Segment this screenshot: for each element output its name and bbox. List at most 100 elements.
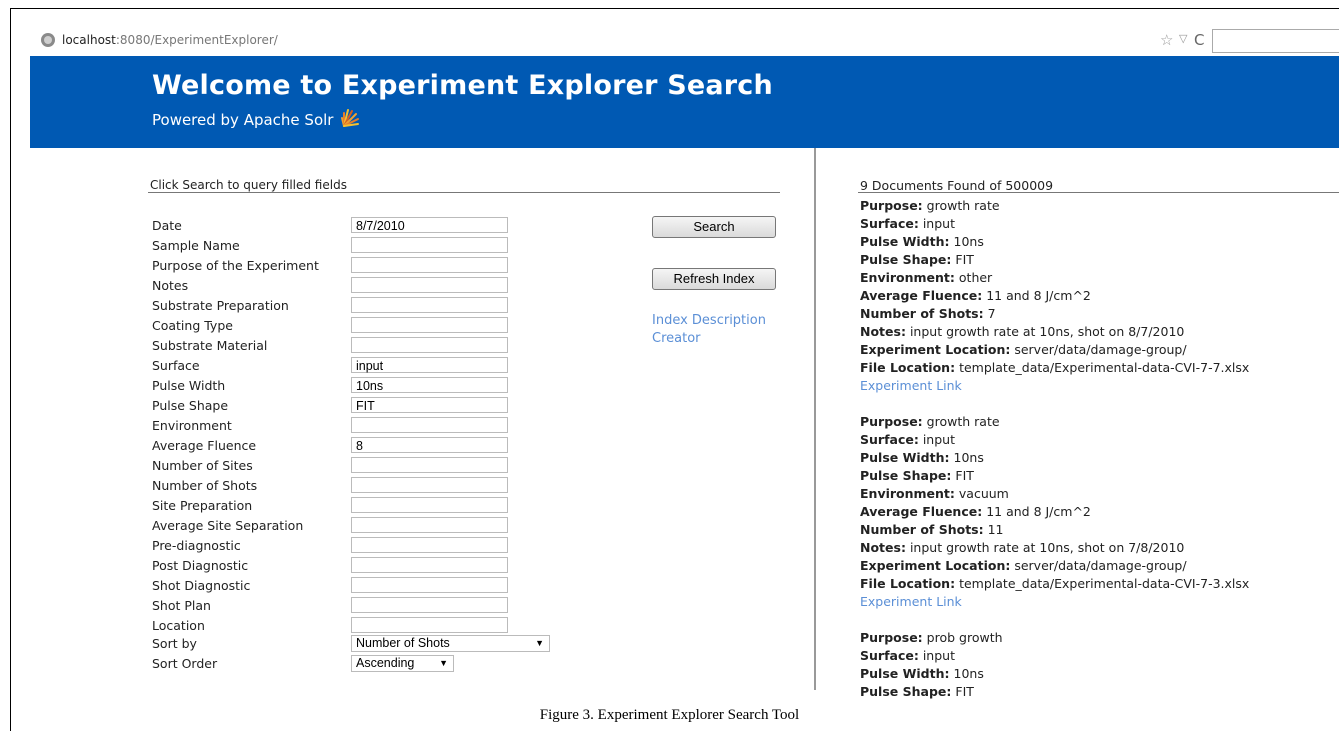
field-label: Purpose of the Experiment [152, 258, 319, 273]
field-label: Surface [152, 358, 200, 373]
field-label: Shot Plan [152, 598, 211, 613]
field-input[interactable] [351, 577, 508, 593]
result-field-key: Number of Shots: [860, 306, 984, 321]
field-label: Substrate Material [152, 338, 268, 353]
result-field: Surface: input [860, 216, 955, 231]
experiment-link[interactable]: Experiment Link [860, 378, 962, 393]
url-text[interactable]: localhost:8080/ExperimentExplorer/ [62, 33, 278, 47]
result-field-value: growth rate [926, 198, 1000, 213]
result-field: Experiment Location: server/data/damage-… [860, 558, 1187, 573]
result-field-value: input [922, 648, 955, 663]
result-field-value: vacuum [958, 486, 1009, 501]
result-field-key: Number of Shots: [860, 522, 984, 537]
field-input[interactable] [351, 517, 508, 533]
result-field-key: Surface: [860, 216, 919, 231]
field-input[interactable] [351, 537, 508, 553]
field-label: Number of Sites [152, 458, 253, 473]
refresh-index-button[interactable]: Refresh Index [652, 268, 776, 290]
result-field-value: prob growth [926, 630, 1003, 645]
result-field-key: Notes: [860, 324, 906, 339]
bookmark-star-icon[interactable]: ☆ [1160, 31, 1173, 49]
page-subtitle: Powered by Apache Solr [152, 108, 360, 129]
result-field-key: Pulse Shape: [860, 252, 952, 267]
result-field: Pulse Shape: FIT [860, 468, 974, 483]
field-input[interactable] [351, 557, 508, 573]
chevron-down-icon: ▼ [535, 638, 544, 648]
result-field: Experiment Location: server/data/damage-… [860, 342, 1187, 357]
result-field-key: Surface: [860, 432, 919, 447]
search-hint: Click Search to query filled fields [150, 178, 347, 192]
field-input[interactable] [351, 237, 508, 253]
reload-icon[interactable]: C [1194, 31, 1204, 49]
field-input[interactable] [351, 617, 508, 633]
field-label: Date [152, 218, 182, 233]
field-input[interactable]: input [351, 357, 508, 373]
result-field-value: growth rate [926, 414, 1000, 429]
result-field-key: Pulse Shape: [860, 684, 952, 699]
field-label: Notes [152, 278, 189, 293]
result-field-key: Surface: [860, 648, 919, 663]
field-input[interactable]: FIT [351, 397, 508, 413]
result-field-key: Experiment Location: [860, 558, 1011, 573]
field-input[interactable] [351, 417, 508, 433]
result-field-key: Notes: [860, 540, 906, 555]
result-field-value: input growth rate at 10ns, shot on 7/8/2… [909, 540, 1185, 555]
browser-search-input[interactable] [1212, 29, 1339, 53]
creator-link[interactable]: Creator [652, 331, 701, 346]
result-field-key: Pulse Width: [860, 666, 950, 681]
sort-order-label: Sort Order [152, 656, 218, 671]
result-field: Surface: input [860, 432, 955, 447]
result-field-key: File Location: [860, 576, 956, 591]
globe-icon [41, 33, 55, 47]
field-label: Coating Type [152, 318, 233, 333]
field-input[interactable] [351, 297, 508, 313]
result-field: Purpose: prob growth [860, 630, 1003, 645]
field-input[interactable] [351, 337, 508, 353]
result-field-value: template_data/Experimental-data-CVI-7-7.… [959, 360, 1250, 375]
index-description-link[interactable]: Index Description [652, 313, 766, 328]
field-label: Post Diagnostic [152, 558, 249, 573]
field-input[interactable] [351, 257, 508, 273]
field-label: Pre-diagnostic [152, 538, 241, 553]
result-field: Pulse Width: 10ns [860, 234, 984, 249]
field-input[interactable]: 8/7/2010 [351, 217, 508, 233]
result-field-value: 10ns [953, 666, 984, 681]
dropdown-arrow-icon[interactable]: ▽ [1179, 32, 1187, 45]
field-label: Shot Diagnostic [152, 578, 251, 593]
result-field: Purpose: growth rate [860, 414, 1000, 429]
result-field: Average Fluence: 11 and 8 J/cm^2 [860, 288, 1091, 303]
result-field-value: input [922, 216, 955, 231]
field-input[interactable] [351, 477, 508, 493]
experiment-link[interactable]: Experiment Link [860, 594, 962, 609]
address-bar[interactable]: localhost:8080/ExperimentExplorer/ ☆ ▽ C [22, 26, 1339, 56]
field-label: Environment [152, 418, 232, 433]
result-field: Pulse Width: 10ns [860, 666, 984, 681]
result-field: Number of Shots: 11 [860, 522, 1004, 537]
solr-logo-icon [341, 109, 360, 127]
result-field-value: FIT [955, 252, 974, 267]
sort-by-select[interactable]: Number of Shots ▼ [351, 635, 550, 652]
search-button[interactable]: Search [652, 216, 776, 238]
field-label: Pulse Shape [152, 398, 229, 413]
result-field-key: Purpose: [860, 414, 923, 429]
field-input[interactable] [351, 277, 508, 293]
result-field: Average Fluence: 11 and 8 J/cm^2 [860, 504, 1091, 519]
result-field-value: 11 [987, 522, 1004, 537]
field-input[interactable] [351, 317, 508, 333]
field-input[interactable] [351, 457, 508, 473]
result-field-key: Purpose: [860, 630, 923, 645]
field-input[interactable]: 8 [351, 437, 508, 453]
chevron-down-icon: ▼ [439, 658, 448, 668]
field-input[interactable]: 10ns [351, 377, 508, 393]
sort-order-select[interactable]: Ascending ▼ [351, 655, 454, 672]
result-field-key: Environment: [860, 486, 955, 501]
result-field: Pulse Shape: FIT [860, 684, 974, 699]
field-input[interactable] [351, 597, 508, 613]
result-field-value: FIT [955, 684, 974, 699]
result-field-value: 7 [987, 306, 996, 321]
result-field-key: Pulse Width: [860, 234, 950, 249]
result-field: Surface: input [860, 648, 955, 663]
field-input[interactable] [351, 497, 508, 513]
result-field-key: Purpose: [860, 198, 923, 213]
field-label: Average Fluence [152, 438, 257, 453]
